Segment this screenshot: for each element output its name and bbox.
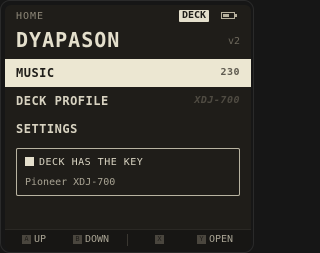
key-b-icon: B xyxy=(73,235,82,244)
menu-item-label: DECK PROFILE xyxy=(16,94,109,108)
main-menu: MUSIC 230 DECK PROFILE XDJ-700 SETTINGS xyxy=(5,59,251,143)
battery-icon xyxy=(221,12,237,19)
key-x-icon: X xyxy=(155,235,164,244)
hint-up[interactable]: A UP xyxy=(22,234,46,246)
hint-down[interactable]: B DOWN xyxy=(73,234,109,246)
hint-x[interactable]: X xyxy=(155,234,167,246)
version-label: v2 xyxy=(227,36,240,47)
app-title: DYAPASON xyxy=(16,28,121,52)
status-card-title-row: DECK HAS THE KEY xyxy=(25,157,143,168)
menu-item-value: 230 xyxy=(220,67,240,78)
battery-fill xyxy=(223,14,229,17)
breadcrumb: HOME xyxy=(16,11,45,22)
menu-item-label: MUSIC xyxy=(16,66,55,80)
separator xyxy=(127,234,128,246)
menu-item-value: XDJ-700 xyxy=(194,95,240,106)
key-y-icon: Y xyxy=(197,235,206,244)
square-icon xyxy=(25,157,34,166)
status-card-title: DECK HAS THE KEY xyxy=(39,157,144,168)
screen: HOME DECK DYAPASON v2 MUSIC 230 DECK PRO… xyxy=(5,5,251,250)
top-bar: HOME DECK xyxy=(5,5,251,27)
menu-item-settings[interactable]: SETTINGS xyxy=(5,115,251,143)
menu-item-deck-profile[interactable]: DECK PROFILE XDJ-700 xyxy=(5,87,251,115)
hint-label: DOWN xyxy=(85,234,110,245)
hint-open[interactable]: Y OPEN xyxy=(197,234,233,246)
status-card: DECK HAS THE KEY Pioneer XDJ-700 xyxy=(16,148,240,196)
menu-item-label: SETTINGS xyxy=(16,122,78,136)
menu-item-music[interactable]: MUSIC 230 xyxy=(5,59,251,87)
hint-label: OPEN xyxy=(209,234,234,245)
button-hint-bar: A UP B DOWN X Y OPEN xyxy=(5,229,251,250)
hint-label: UP xyxy=(34,234,47,245)
device-frame: HOME DECK DYAPASON v2 MUSIC 230 DECK PRO… xyxy=(0,0,254,253)
deck-badge: DECK xyxy=(179,10,210,22)
status-card-subtitle: Pioneer XDJ-700 xyxy=(25,177,116,188)
key-a-icon: A xyxy=(22,235,31,244)
